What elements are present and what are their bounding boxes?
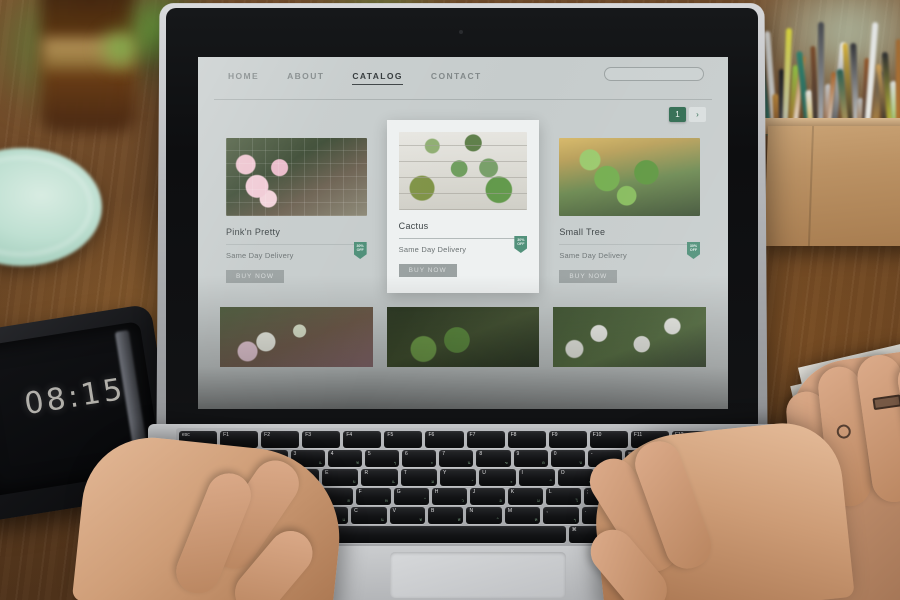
key[interactable]: Iื bbox=[518, 469, 555, 486]
product-image[interactable] bbox=[559, 138, 700, 216]
discount-off-label: OFF bbox=[689, 248, 698, 253]
key[interactable]: Kม bbox=[507, 488, 543, 505]
discount-badge: 30% OFF bbox=[687, 242, 700, 259]
discount-off-label: OFF bbox=[356, 248, 364, 253]
product-title: Cactus bbox=[398, 221, 429, 231]
site-navigation: HOME ABOUT CATALOG CONTACT bbox=[214, 57, 712, 99]
product-image[interactable] bbox=[226, 138, 367, 216]
product-grid-row-2 bbox=[214, 293, 712, 367]
key[interactable]: 0บ bbox=[550, 450, 585, 467]
key[interactable]: ,ๆ bbox=[543, 507, 579, 524]
key[interactable] bbox=[327, 526, 566, 543]
key[interactable]: Fห bbox=[355, 488, 391, 505]
key[interactable]: 9ด bbox=[513, 450, 548, 467]
key[interactable]: Eบ bbox=[322, 469, 359, 486]
card-divider bbox=[559, 244, 700, 245]
key[interactable]: Hว bbox=[431, 488, 467, 505]
key[interactable]: Cน bbox=[351, 507, 387, 524]
product-meta: Same Day Delivery 30% OFF bbox=[559, 242, 700, 260]
key[interactable]: 8ฃ bbox=[476, 450, 511, 467]
page-1-button[interactable]: 1 bbox=[669, 107, 686, 122]
nav-links: HOME ABOUT CATALOG CONTACT bbox=[228, 71, 482, 85]
search-input[interactable] bbox=[611, 70, 702, 78]
webcam-icon bbox=[459, 30, 463, 34]
key[interactable]: 6ะ bbox=[402, 450, 437, 467]
buy-now-button[interactable]: BUY NOW bbox=[226, 270, 284, 283]
delivery-label: Same Day Delivery bbox=[559, 251, 627, 260]
product-card-featured[interactable]: Cactus Same Day Delivery 30% OFF BUY NOW bbox=[386, 120, 540, 293]
key[interactable]: Bฟ bbox=[428, 507, 464, 524]
laptop-screen[interactable]: HOME ABOUT CATALOG CONTACT 1 › Pink'n Pr… bbox=[198, 57, 728, 409]
product-image[interactable] bbox=[553, 307, 706, 367]
key[interactable]: Rแ bbox=[361, 469, 398, 486]
key[interactable]: F4 bbox=[343, 431, 382, 448]
product-grid: Pink'n Pretty Same Day Delivery 30% OFF … bbox=[214, 120, 712, 293]
nav-item-contact[interactable]: CONTACT bbox=[431, 71, 482, 85]
key[interactable]: F2 bbox=[261, 431, 300, 448]
key[interactable]: F5 bbox=[384, 431, 423, 448]
key[interactable]: Uะ bbox=[479, 469, 516, 486]
discount-badge: 30% OFF bbox=[353, 242, 367, 259]
next-page-button[interactable]: › bbox=[689, 107, 706, 122]
key[interactable]: F8 bbox=[507, 431, 546, 448]
product-title: Small Tree bbox=[559, 227, 606, 237]
desk-scene: 08:15 HOME ABOUT CATALOG CONTACT 1 › Pin… bbox=[0, 0, 900, 600]
card-divider bbox=[398, 238, 528, 239]
product-meta: Same Day Delivery 30% OFF bbox=[398, 236, 528, 254]
key[interactable]: F6 bbox=[425, 431, 464, 448]
key[interactable]: Nิ bbox=[466, 507, 502, 524]
key[interactable]: Oะ bbox=[557, 469, 595, 486]
key[interactable]: Lไ bbox=[545, 488, 581, 505]
key[interactable]: 4ท bbox=[327, 450, 362, 467]
green-leaf-small bbox=[95, 22, 145, 74]
product-card[interactable]: Pink'n Pretty Same Day Delivery 30% OFF … bbox=[220, 128, 373, 293]
key[interactable]: Vท bbox=[389, 507, 426, 524]
key[interactable]: F3 bbox=[302, 431, 341, 448]
key[interactable]: F9 bbox=[548, 431, 587, 448]
key[interactable]: 5ๆ bbox=[364, 450, 400, 467]
product-image[interactable] bbox=[386, 307, 540, 367]
key[interactable]: G้ bbox=[393, 488, 429, 505]
delivery-label: Same Day Delivery bbox=[398, 245, 467, 254]
product-image[interactable] bbox=[398, 132, 528, 210]
nav-divider bbox=[214, 99, 712, 100]
pens-and-pencils bbox=[756, 0, 900, 136]
product-meta: Same Day Delivery 30% OFF bbox=[226, 242, 367, 260]
key[interactable]: Jอ bbox=[469, 488, 505, 505]
key[interactable]: Yั bbox=[439, 469, 477, 486]
nav-item-about[interactable]: ABOUT bbox=[287, 71, 324, 85]
delivery-label: Same Day Delivery bbox=[226, 251, 294, 260]
kraft-paper-pencil-cup bbox=[763, 126, 900, 246]
product-title: Pink'n Pretty bbox=[226, 227, 281, 237]
key[interactable]: F10 bbox=[589, 431, 628, 448]
key[interactable]: F7 bbox=[466, 431, 505, 448]
trackpad[interactable] bbox=[390, 552, 566, 598]
discount-badge: 30% OFF bbox=[514, 236, 528, 253]
nav-item-catalog[interactable]: CATALOG bbox=[352, 71, 403, 85]
card-divider bbox=[226, 244, 367, 245]
search-box[interactable] bbox=[604, 67, 704, 81]
product-image[interactable] bbox=[220, 307, 373, 367]
nav-item-home[interactable]: HOME bbox=[228, 71, 259, 85]
product-card[interactable]: Small Tree Same Day Delivery 30% OFF BUY… bbox=[553, 128, 706, 293]
buy-now-button[interactable]: BUY NOW bbox=[559, 270, 618, 283]
discount-off-label: OFF bbox=[517, 242, 525, 247]
buy-now-button[interactable]: BUY NOW bbox=[398, 264, 457, 277]
website-page: HOME ABOUT CATALOG CONTACT 1 › Pink'n Pr… bbox=[198, 57, 728, 409]
key[interactable]: 7น bbox=[439, 450, 474, 467]
key[interactable]: Tม bbox=[400, 469, 437, 486]
key[interactable]: Mท bbox=[504, 507, 541, 524]
